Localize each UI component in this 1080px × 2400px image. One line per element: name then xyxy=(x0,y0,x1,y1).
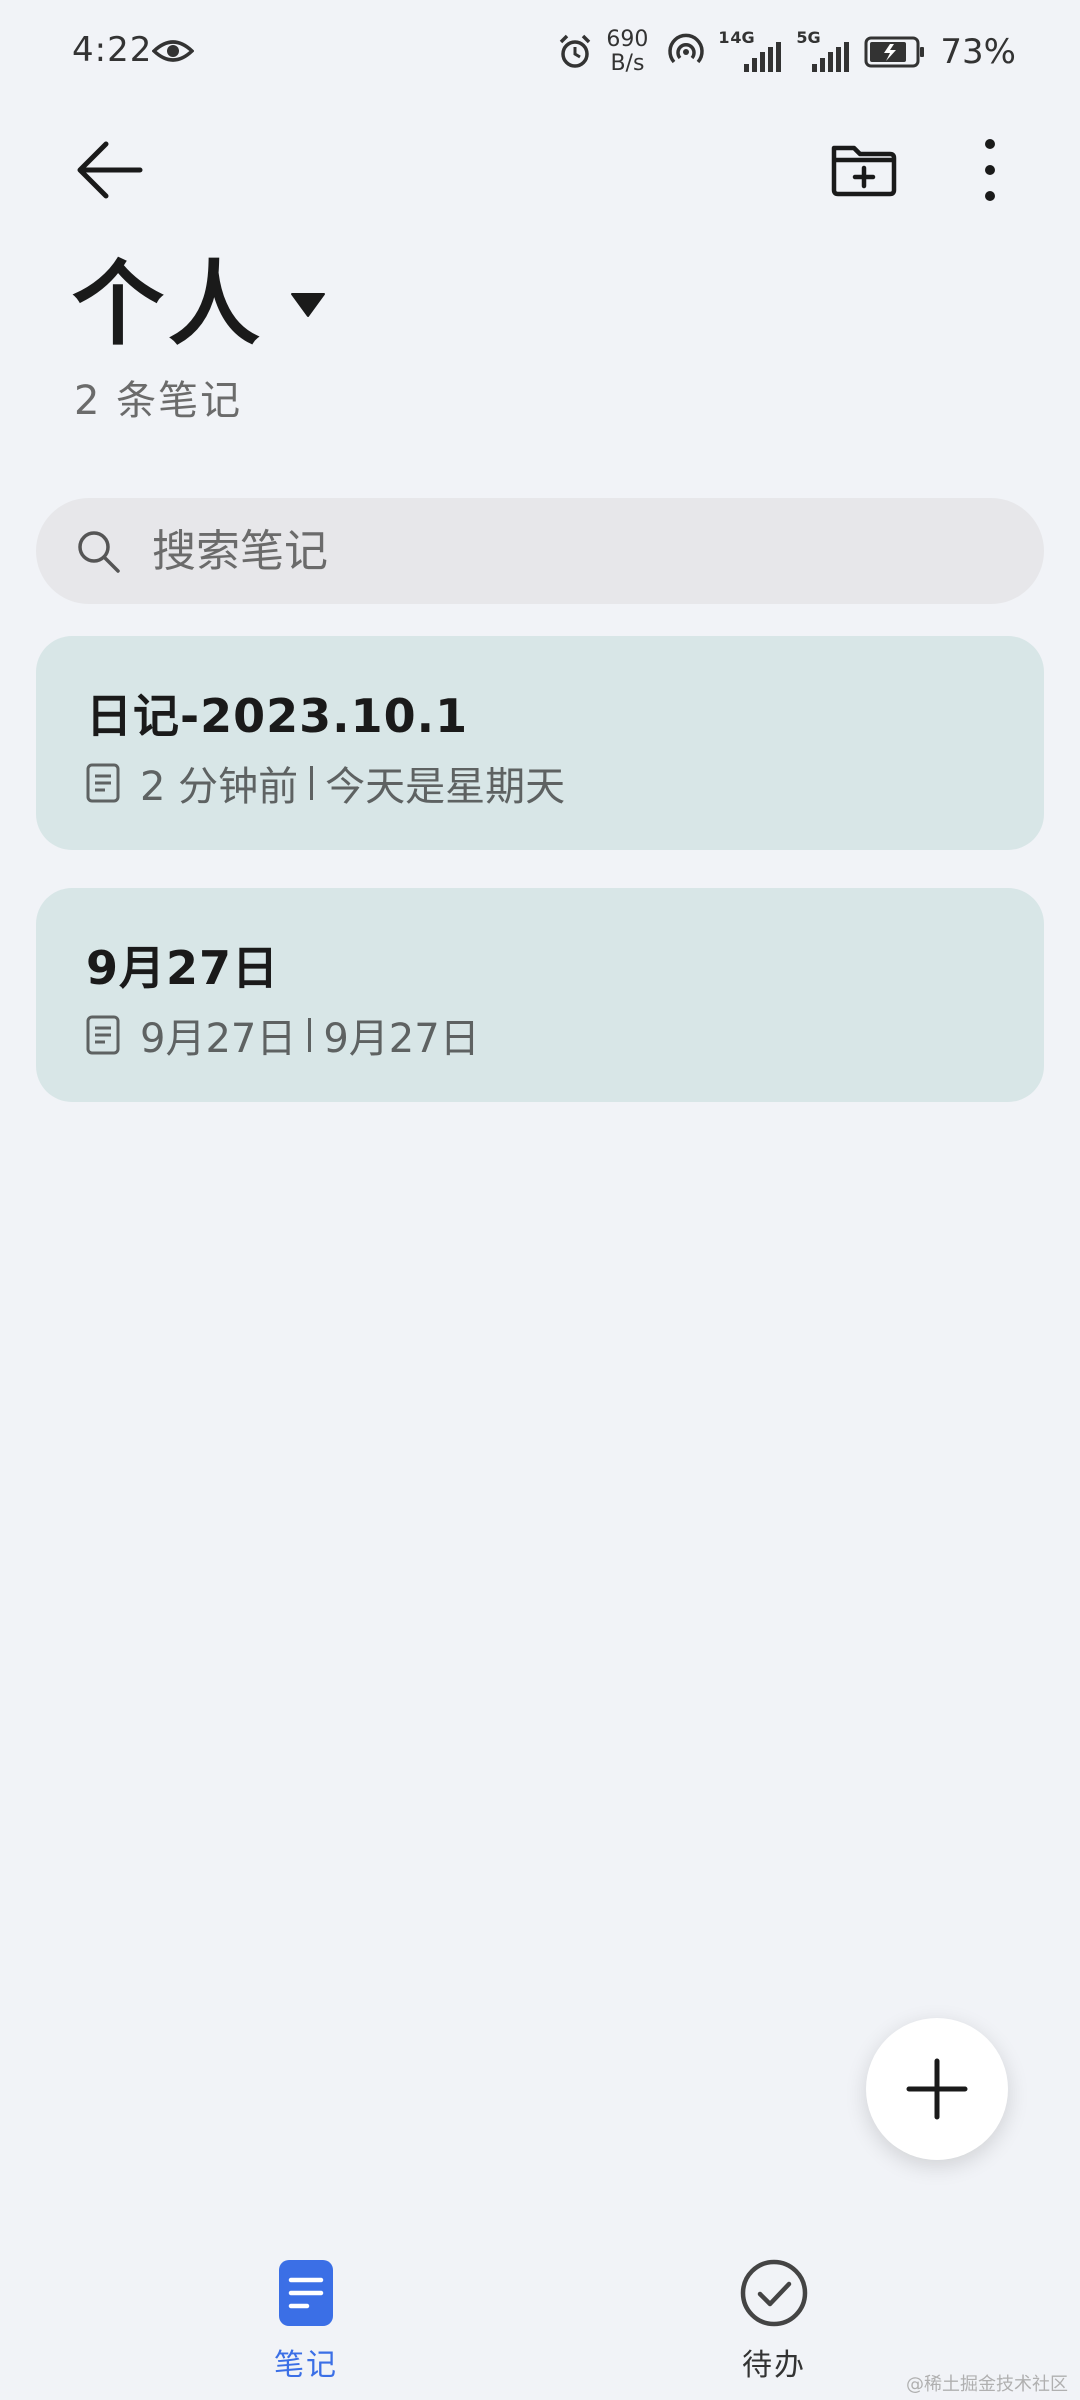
note-time: 9月27日 xyxy=(140,1016,297,1062)
search-icon xyxy=(78,531,120,573)
note-title: 日记-2023.10.1 xyxy=(86,689,469,743)
nav-tab-notes[interactable]: 笔记 xyxy=(206,2258,406,2384)
nav-label-todo: 待办 xyxy=(742,2348,806,2383)
note-meta: 9月27日 9月27日 xyxy=(86,1006,480,1064)
meta-separator xyxy=(308,1018,312,1052)
status-bar: 4:22 690 B/s 1 4G 5G 73% xyxy=(0,0,1080,104)
network-speed-unit: B/s xyxy=(610,51,645,76)
alarm-icon xyxy=(560,34,591,68)
note-meta: 2 分钟前 今天是星期天 xyxy=(86,754,565,812)
new-folder-icon[interactable] xyxy=(824,130,904,210)
hotspot-icon xyxy=(668,33,705,64)
nav-label-notes: 笔记 xyxy=(274,2348,338,2383)
more-vertical-icon[interactable] xyxy=(960,130,1020,210)
eye-icon xyxy=(152,40,194,62)
note-count: 2 条笔记 xyxy=(74,378,243,424)
sim1-label: 1 xyxy=(718,28,730,47)
search-bar[interactable] xyxy=(36,498,1044,604)
sim2-signal: 5G xyxy=(796,28,852,72)
network-speed: 690 B/s xyxy=(606,28,648,76)
note-preview: 今天是星期天 xyxy=(325,764,566,810)
note-card[interactable]: 9月27日 9月27日 9月27日 xyxy=(36,888,1044,1102)
check-circle-icon xyxy=(740,2259,808,2327)
notes-icon xyxy=(279,2260,333,2326)
nav-tab-todo[interactable]: 待办 xyxy=(674,2258,874,2384)
battery-percent: 73% xyxy=(940,32,1016,72)
network-speed-value: 690 xyxy=(606,27,649,52)
folder-selector[interactable]: 个人 xyxy=(72,250,328,360)
sim1-signal: 1 4G xyxy=(718,28,784,72)
plus-icon xyxy=(906,2058,968,2120)
note-title: 9月27日 xyxy=(86,941,280,995)
signal-bars-icon xyxy=(812,42,850,72)
document-icon xyxy=(86,1015,120,1055)
meta-separator xyxy=(310,766,314,800)
signal-bars-icon xyxy=(744,42,782,72)
document-icon xyxy=(86,763,120,803)
page-title: 个人 xyxy=(72,251,265,358)
search-input[interactable] xyxy=(150,510,1014,592)
dropdown-triangle-icon xyxy=(291,293,326,317)
status-right-group: 690 B/s 1 4G 5G 73% xyxy=(556,24,1016,80)
add-note-button[interactable] xyxy=(866,2018,1008,2160)
note-card[interactable]: 日记-2023.10.1 2 分钟前 今天是星期天 xyxy=(36,636,1044,850)
note-preview: 9月27日 xyxy=(323,1016,480,1062)
status-time: 4:22 xyxy=(72,30,153,70)
back-arrow-icon[interactable] xyxy=(70,130,150,210)
note-time: 2 分钟前 xyxy=(140,764,299,810)
battery-charging-icon xyxy=(864,36,925,68)
watermark: @稀土掘金技术社区 xyxy=(906,2374,1068,2395)
